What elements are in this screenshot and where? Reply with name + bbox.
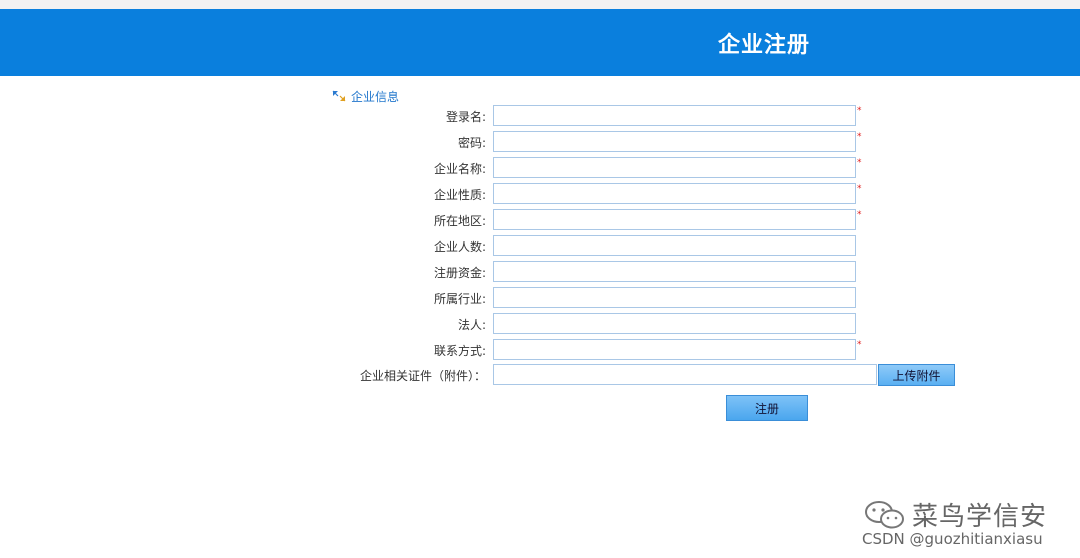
- attachment-label: 企业相关证件（附件）：: [359, 369, 486, 383]
- field-input[interactable]: [493, 287, 856, 308]
- form-row: 企业人数:: [0, 235, 1080, 257]
- attachment-input[interactable]: [493, 364, 877, 385]
- form-row: 所属行业:: [0, 287, 1080, 309]
- register-button[interactable]: 注册: [726, 395, 808, 421]
- field-label: 所在地区:: [433, 214, 486, 228]
- form-row: 密码: *: [0, 131, 1080, 153]
- required-asterisk: *: [857, 106, 862, 116]
- required-asterisk: *: [857, 132, 862, 142]
- upload-attachment-button[interactable]: 上传附件: [878, 364, 955, 386]
- field-label: 所属行业:: [433, 292, 486, 306]
- required-asterisk: *: [857, 210, 862, 220]
- form-row: 所在地区: *: [0, 209, 1080, 231]
- field-label: 法人:: [457, 318, 486, 332]
- field-input[interactable]: [493, 131, 856, 152]
- field-label: 密码:: [457, 136, 486, 150]
- field-label: 注册资金:: [433, 266, 486, 280]
- watermark: 菜鸟学信安: [864, 496, 1047, 533]
- top-strip: [0, 0, 1080, 9]
- wechat-icon: [865, 500, 904, 528]
- attachment-row: 企业相关证件（附件）： 上传附件: [0, 364, 1080, 386]
- required-asterisk: *: [857, 340, 862, 350]
- section-title: 企业信息: [351, 89, 400, 104]
- required-asterisk: *: [857, 158, 862, 168]
- field-input[interactable]: [493, 339, 856, 360]
- csdn-credit: CSDN @guozhitianxiasu: [862, 530, 1043, 548]
- field-input[interactable]: [493, 209, 856, 230]
- form-row: 登录名: *: [0, 105, 1080, 127]
- field-input[interactable]: [493, 261, 856, 282]
- form-row: 联系方式: *: [0, 339, 1080, 361]
- form-row: 法人:: [0, 313, 1080, 335]
- section-heading: 企业信息: [332, 88, 399, 104]
- field-label: 登录名:: [445, 110, 486, 124]
- field-label: 企业人数:: [433, 240, 486, 254]
- required-asterisk: *: [857, 184, 862, 194]
- watermark-brand: 菜鸟学信安: [912, 502, 1048, 532]
- field-label: 企业名称:: [433, 162, 486, 176]
- field-input[interactable]: [493, 183, 856, 204]
- field-label: 企业性质:: [433, 188, 486, 202]
- form-row: 注册资金:: [0, 261, 1080, 283]
- field-input[interactable]: [493, 235, 856, 256]
- field-label: 联系方式:: [433, 344, 486, 358]
- field-input[interactable]: [493, 157, 856, 178]
- page-title: 企业注册: [718, 33, 811, 58]
- resize-arrows-icon: [332, 90, 346, 102]
- field-input[interactable]: [493, 313, 856, 334]
- page-header: 企业注册: [0, 9, 1080, 76]
- form-row: 企业性质: *: [0, 183, 1080, 205]
- field-input[interactable]: [493, 105, 856, 126]
- form-row: 企业名称: *: [0, 157, 1080, 179]
